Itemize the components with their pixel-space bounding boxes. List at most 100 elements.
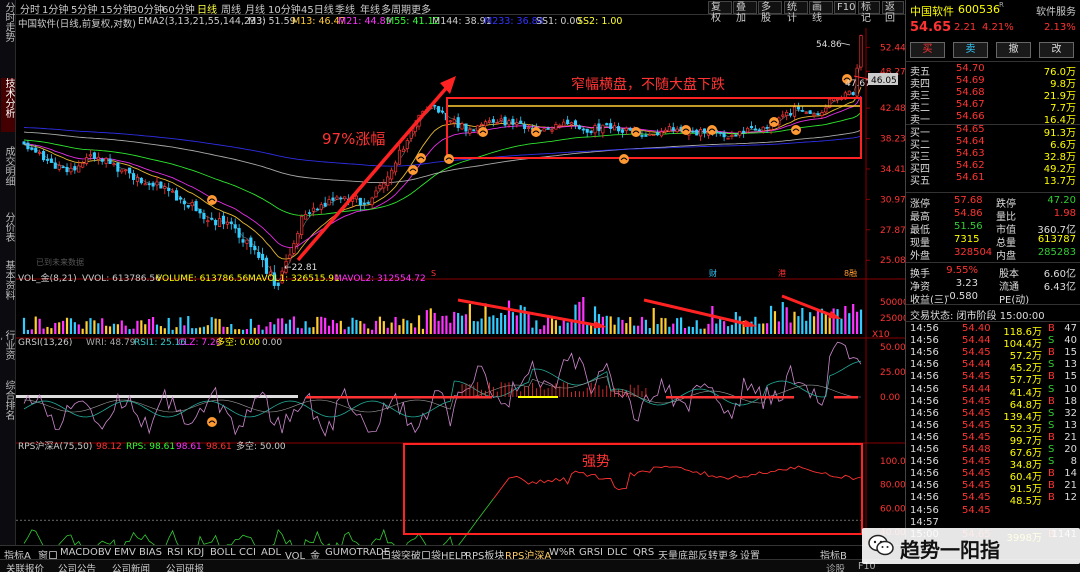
period-tab-2[interactable]: 5分钟 xyxy=(71,1,97,16)
indicator-tab-17[interactable]: W%R xyxy=(549,547,575,558)
tick-cell: S xyxy=(1048,359,1055,371)
ask-price[interactable]: 54.70 xyxy=(956,63,985,74)
candle xyxy=(550,129,554,132)
indicator-tab-4[interactable]: EMV xyxy=(114,547,136,558)
toolbar-button-5[interactable]: F10 xyxy=(834,1,856,14)
volume-bar xyxy=(449,322,452,334)
tick-cell: 12 xyxy=(1064,492,1077,504)
period-tab-8[interactable]: 月线 xyxy=(245,1,265,16)
candle xyxy=(339,197,343,200)
toolbar-button-6[interactable]: 标记 xyxy=(858,1,880,24)
toolbar-button-0[interactable]: 复权 xyxy=(708,1,732,24)
period-tab-11[interactable]: 季线 xyxy=(335,1,355,16)
volume-bar xyxy=(816,310,820,334)
period-tab-1[interactable]: 1分钟 xyxy=(42,1,68,16)
indicator-tab-7[interactable]: KDJ xyxy=(187,547,204,558)
modify-order-button[interactable]: 改 xyxy=(1039,42,1074,58)
candle xyxy=(151,182,155,187)
period-tab-6[interactable]: 日线 xyxy=(197,1,217,16)
toolbar-button-3[interactable]: 统计 xyxy=(784,1,808,24)
ask-price[interactable]: 54.68 xyxy=(956,87,985,98)
left-tab-5[interactable]: 行业资讯 xyxy=(1,330,15,366)
svg-text:80.00: 80.00 xyxy=(880,481,905,491)
candle xyxy=(366,202,370,204)
toolbar-button-1[interactable]: 叠加 xyxy=(733,1,757,24)
indicator-tab-20[interactable]: QRS xyxy=(633,547,654,558)
left-tab-3[interactable]: 分价表 xyxy=(1,212,15,246)
indicator-tab-3[interactable]: OBV xyxy=(90,547,111,558)
bid-price[interactable]: 54.61 xyxy=(956,172,985,183)
candle xyxy=(640,135,644,137)
indicator-tab-6[interactable]: RSI xyxy=(167,547,183,558)
r-badge: R xyxy=(999,1,1004,9)
volume-bar xyxy=(824,314,827,334)
volume-bar xyxy=(390,322,393,334)
candle xyxy=(100,158,104,162)
indicator-tab-18[interactable]: GRSI xyxy=(579,547,603,558)
candle xyxy=(225,221,229,225)
period-tab-10[interactable]: 45日线 xyxy=(301,1,334,16)
toolbar-button-2[interactable]: 多股 xyxy=(758,1,782,24)
signal-marker xyxy=(707,125,717,135)
price-pct: 4.21% xyxy=(982,22,1014,33)
tick-cell: 10 xyxy=(1064,383,1077,395)
status-link-0[interactable]: 关联报价 xyxy=(6,561,44,572)
volume-bar xyxy=(836,309,839,334)
ask-price[interactable]: 54.67 xyxy=(956,99,985,110)
left-tab-6[interactable]: 综合排名 xyxy=(1,380,15,420)
left-tab-2[interactable]: 成交明细 xyxy=(1,146,15,198)
period-tab-14[interactable]: 更多 xyxy=(411,1,431,16)
volume-bar xyxy=(762,323,765,334)
cancel-order-button[interactable]: 撤 xyxy=(996,42,1031,58)
candle xyxy=(652,134,656,137)
period-tab-9[interactable]: 10分钟 xyxy=(268,1,301,16)
status-link-1[interactable]: 公司公告 xyxy=(58,561,96,572)
indicator-tab-2[interactable]: MACD xyxy=(60,547,90,558)
candle xyxy=(695,129,699,136)
indicator-tab-8[interactable]: BOLL xyxy=(210,547,236,558)
left-tab-0[interactable]: 分时走势 xyxy=(1,2,15,64)
volume-bar xyxy=(148,319,151,334)
bid-price[interactable]: 54.64 xyxy=(956,136,985,147)
left-tab-4[interactable]: 基本资料 xyxy=(1,260,15,316)
period-tab-0[interactable]: 分时 xyxy=(20,1,40,16)
volume-bar xyxy=(472,321,475,334)
volume-bar xyxy=(855,311,859,334)
candle xyxy=(789,113,793,116)
period-tab-3[interactable]: 15分钟 xyxy=(100,1,133,16)
status-right-0[interactable]: 诊股 xyxy=(826,561,845,572)
candle xyxy=(288,254,292,259)
period-tab-5[interactable]: 60分钟 xyxy=(162,1,195,16)
period-tab-7[interactable]: 周线 xyxy=(221,1,241,16)
candle xyxy=(81,162,85,168)
period-tab-12[interactable]: 年线 xyxy=(360,1,380,16)
tick-cell: 54.45 xyxy=(962,456,991,468)
indicator-tab-5[interactable]: BIAS xyxy=(139,547,162,558)
indicator-tab-10[interactable]: ADL xyxy=(261,547,281,558)
ask-price[interactable]: 54.66 xyxy=(956,111,985,122)
volume-bar xyxy=(151,316,155,334)
candle xyxy=(96,156,100,160)
future-data-label: 已到未来数据 xyxy=(36,257,84,267)
bid-price[interactable]: 54.62 xyxy=(956,160,985,171)
toolbar-button-7[interactable]: 返回 xyxy=(882,1,904,24)
bid-price[interactable]: 54.63 xyxy=(956,148,985,159)
candle xyxy=(472,129,476,132)
ask-price[interactable]: 54.69 xyxy=(956,75,985,86)
volume-bar xyxy=(226,326,229,334)
bid-price[interactable]: 54.65 xyxy=(956,124,985,135)
status-link-2[interactable]: 公司新闻 xyxy=(112,561,150,572)
indicator-tab-19[interactable]: DLC xyxy=(607,547,627,558)
toolbar-button-4[interactable]: 画线 xyxy=(809,1,833,24)
indicator-tab-9[interactable]: CCI xyxy=(239,547,256,558)
volume-bar xyxy=(187,316,190,334)
status-link-3[interactable]: 公司研报 xyxy=(166,561,204,572)
sell-button[interactable]: 卖 xyxy=(953,42,988,58)
kline-chart-area[interactable]: 52.4448.2742.4838.2334.4130.9727.8725.08… xyxy=(16,28,905,548)
left-tab-1[interactable]: 技术分析 xyxy=(1,78,15,132)
period-tab-4[interactable]: 30分钟 xyxy=(131,1,164,16)
svg-text:100.0: 100.0 xyxy=(880,457,905,467)
sector-label[interactable]: 软件服务 xyxy=(1036,3,1076,18)
buy-button[interactable]: 买 xyxy=(910,42,945,58)
period-tab-13[interactable]: 多周期 xyxy=(381,1,411,16)
